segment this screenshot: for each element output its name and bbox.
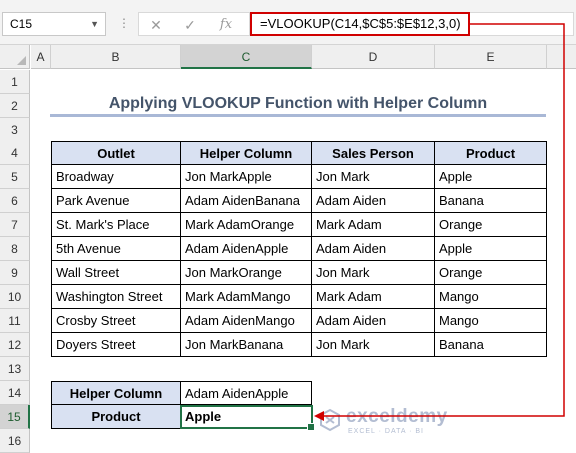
cell-product[interactable]: Apple xyxy=(435,237,547,261)
cell-sales-person[interactable]: Adam Aiden xyxy=(312,237,435,261)
row-header-9[interactable]: 9 xyxy=(0,261,30,285)
cell-sales-person[interactable]: Jon Mark xyxy=(312,333,435,357)
cell-outlet[interactable]: Doyers Street xyxy=(51,333,181,357)
cell-product[interactable]: Orange xyxy=(435,261,547,285)
chevron-down-icon[interactable]: ▼ xyxy=(90,13,99,35)
column-header-c[interactable]: C xyxy=(181,45,312,69)
cell-helper[interactable]: Adam AidenApple xyxy=(181,237,312,261)
exceldemy-logo-icon xyxy=(320,408,340,432)
exceldemy-watermark: exceldemy EXCEL · DATA · BI xyxy=(318,404,468,438)
cell-product[interactable]: Apple xyxy=(435,165,547,189)
cell-sales-person[interactable]: Adam Aiden xyxy=(312,309,435,333)
column-header-b[interactable]: B xyxy=(51,45,181,69)
row-header-6[interactable]: 6 xyxy=(0,189,30,213)
formula-input-extension[interactable] xyxy=(470,12,574,36)
cell-helper[interactable]: Mark AdamMango xyxy=(181,285,312,309)
formula-input[interactable]: =VLOOKUP(C14,$C$5:$E$12,3,0) xyxy=(250,12,470,36)
cell-sales-person[interactable]: Adam Aiden xyxy=(312,189,435,213)
column-header-d[interactable]: D xyxy=(312,45,435,69)
header-outlet[interactable]: Outlet xyxy=(51,141,181,165)
cell-helper[interactable]: Jon MarkBanana xyxy=(181,333,312,357)
row-header-14[interactable]: 14 xyxy=(0,381,30,405)
select-all-icon xyxy=(17,56,26,65)
more-options-icon[interactable]: ⋮ xyxy=(118,14,130,32)
select-all-corner[interactable] xyxy=(0,45,30,69)
row-header-1[interactable]: 1 xyxy=(0,70,30,94)
name-box[interactable]: C15 ▼ xyxy=(2,12,106,36)
row-header-7[interactable]: 7 xyxy=(0,213,30,237)
fill-handle[interactable] xyxy=(307,423,315,431)
cell-outlet[interactable]: Wall Street xyxy=(51,261,181,285)
watermark-name: exceldemy xyxy=(346,406,448,427)
row-header-16[interactable]: 16 xyxy=(0,429,30,453)
header-helper-column[interactable]: Helper Column xyxy=(181,141,312,165)
cell-sales-person[interactable]: Jon Mark xyxy=(312,165,435,189)
name-box-value: C15 xyxy=(10,17,33,31)
watermark-tagline: EXCEL · DATA · BI xyxy=(348,428,424,435)
cell-outlet[interactable]: Washington Street xyxy=(51,285,181,309)
cell-helper[interactable]: Adam AidenMango xyxy=(181,309,312,333)
product-label[interactable]: Product xyxy=(51,405,181,429)
cell-outlet[interactable]: 5th Avenue xyxy=(51,237,181,261)
header-product[interactable]: Product xyxy=(435,141,547,165)
cell-sales-person[interactable]: Jon Mark xyxy=(312,261,435,285)
formula-buttons: ✕ ✓ fx xyxy=(138,12,250,36)
cell-sales-person[interactable]: Mark Adam xyxy=(312,285,435,309)
cell-product[interactable]: Banana xyxy=(435,333,547,357)
cell-helper[interactable]: Adam AidenBanana xyxy=(181,189,312,213)
cell-sales-person[interactable]: Mark Adam xyxy=(312,213,435,237)
row-header-10[interactable]: 10 xyxy=(0,285,30,309)
cell-product[interactable]: Mango xyxy=(435,285,547,309)
cell-product[interactable]: Banana xyxy=(435,189,547,213)
column-header-e[interactable]: E xyxy=(435,45,547,69)
helper-column-value[interactable]: Adam AidenApple xyxy=(181,381,312,405)
cell-product[interactable]: Orange xyxy=(435,213,547,237)
cancel-icon[interactable]: ✕ xyxy=(145,16,167,34)
row-header-11[interactable]: 11 xyxy=(0,309,30,333)
row-header-3[interactable]: 3 xyxy=(0,118,30,142)
cell-outlet[interactable]: Crosby Street xyxy=(51,309,181,333)
cell-product[interactable]: Mango xyxy=(435,309,547,333)
column-header-f[interactable] xyxy=(547,45,576,69)
row-header-2[interactable]: 2 xyxy=(0,94,30,118)
row-header-13[interactable]: 13 xyxy=(0,357,30,381)
row-header-8[interactable]: 8 xyxy=(0,237,30,261)
cell-helper[interactable]: Jon MarkOrange xyxy=(181,261,312,285)
row-header-5[interactable]: 5 xyxy=(0,165,30,189)
cell-helper[interactable]: Jon MarkApple xyxy=(181,165,312,189)
row-header-15[interactable]: 15 xyxy=(0,405,30,429)
cell-outlet[interactable]: Broadway xyxy=(51,165,181,189)
sheet-title[interactable]: Applying VLOOKUP Function with Helper Co… xyxy=(50,93,546,117)
helper-column-label[interactable]: Helper Column xyxy=(51,381,181,405)
enter-icon[interactable]: ✓ xyxy=(179,16,201,34)
cell-outlet[interactable]: Park Avenue xyxy=(51,189,181,213)
header-sales-person[interactable]: Sales Person xyxy=(312,141,435,165)
row-header-4[interactable]: 4 xyxy=(0,141,30,165)
insert-function-icon[interactable]: fx xyxy=(215,16,237,34)
cell-helper[interactable]: Mark AdamOrange xyxy=(181,213,312,237)
active-cell-selection[interactable] xyxy=(180,405,315,431)
cell-outlet[interactable]: St. Mark's Place xyxy=(51,213,181,237)
row-header-12[interactable]: 12 xyxy=(0,333,30,357)
column-header-a[interactable]: A xyxy=(31,45,51,69)
